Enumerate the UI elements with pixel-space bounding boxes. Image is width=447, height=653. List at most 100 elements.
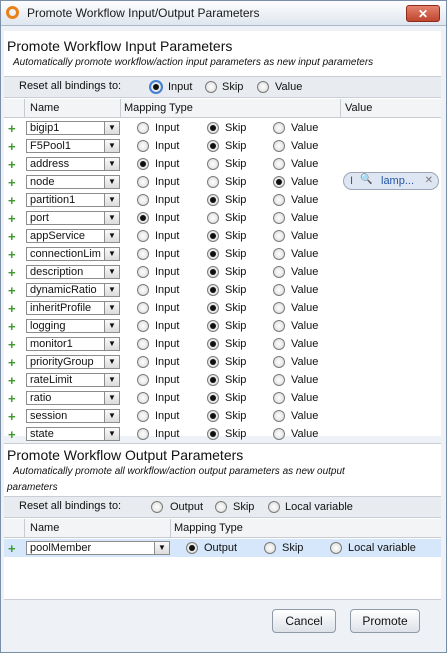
mapping-radio-input[interactable] (137, 176, 149, 188)
mapping-radio-skip[interactable] (207, 410, 219, 422)
chevron-down-icon[interactable]: ▼ (104, 428, 119, 440)
mapping-radio-input[interactable] (137, 122, 149, 134)
reset-value-radio[interactable] (257, 81, 269, 93)
chevron-down-icon[interactable]: ▼ (104, 320, 119, 332)
mapping-radio-value[interactable] (273, 320, 285, 332)
output-radio-local-variable[interactable] (330, 542, 342, 554)
mapping-radio-skip[interactable] (207, 230, 219, 242)
column-header-mapping[interactable]: Mapping Type (124, 102, 193, 114)
mapping-radio-input[interactable] (137, 266, 149, 278)
chevron-down-icon[interactable]: ▼ (104, 392, 119, 404)
mapping-radio-skip[interactable] (207, 320, 219, 332)
add-icon[interactable]: + (8, 211, 16, 226)
value-binding-tag[interactable]: I 🔍 lamp... ✕ (343, 172, 439, 190)
chevron-down-icon[interactable]: ▼ (104, 302, 119, 314)
mapping-radio-value[interactable] (273, 176, 285, 188)
reset-out-skip-radio[interactable] (215, 501, 227, 513)
param-name-select[interactable]: logging ▼ (26, 319, 120, 333)
chevron-down-icon[interactable]: ▼ (104, 338, 119, 350)
mapping-radio-skip[interactable] (207, 140, 219, 152)
add-icon[interactable]: + (8, 121, 16, 136)
chevron-down-icon[interactable]: ▼ (104, 158, 119, 170)
add-icon[interactable]: + (8, 175, 16, 190)
chevron-down-icon[interactable]: ▼ (104, 356, 119, 368)
mapping-radio-input[interactable] (137, 302, 149, 314)
chevron-down-icon[interactable]: ▼ (104, 194, 119, 206)
add-icon[interactable]: + (8, 301, 16, 316)
param-name-select[interactable]: ratio ▼ (26, 391, 120, 405)
add-icon[interactable]: + (8, 139, 16, 154)
add-icon[interactable]: + (8, 409, 16, 424)
mapping-radio-skip[interactable] (207, 302, 219, 314)
mapping-radio-input[interactable] (137, 392, 149, 404)
chevron-down-icon[interactable]: ▼ (104, 266, 119, 278)
mapping-radio-skip[interactable] (207, 122, 219, 134)
add-icon[interactable]: + (8, 157, 16, 172)
chevron-down-icon[interactable]: ▼ (104, 374, 119, 386)
add-icon[interactable]: + (8, 427, 16, 442)
output-name-select[interactable]: poolMember ▼ (26, 541, 170, 555)
mapping-radio-input[interactable] (137, 140, 149, 152)
add-icon[interactable]: + (8, 355, 16, 370)
param-name-select[interactable]: F5Pool1 ▼ (26, 139, 120, 153)
chevron-down-icon[interactable]: ▼ (104, 284, 119, 296)
mapping-radio-skip[interactable] (207, 392, 219, 404)
column-header-value[interactable]: Value (345, 102, 372, 114)
output-column-header-mapping[interactable]: Mapping Type (174, 522, 243, 534)
mapping-radio-input[interactable] (137, 248, 149, 260)
chevron-down-icon[interactable]: ▼ (104, 140, 119, 152)
param-name-select[interactable]: address ▼ (26, 157, 120, 171)
mapping-radio-input[interactable] (137, 374, 149, 386)
output-table-row[interactable]: + poolMember ▼ Output Skip Local variabl… (4, 539, 441, 557)
param-name-select[interactable]: session ▼ (26, 409, 120, 423)
mapping-radio-skip[interactable] (207, 248, 219, 260)
mapping-radio-input[interactable] (137, 194, 149, 206)
mapping-radio-skip[interactable] (207, 158, 219, 170)
param-name-select[interactable]: monitor1 ▼ (26, 337, 120, 351)
mapping-radio-input[interactable] (137, 284, 149, 296)
mapping-radio-value[interactable] (273, 266, 285, 278)
mapping-radio-value[interactable] (273, 356, 285, 368)
add-icon[interactable]: + (8, 391, 16, 406)
mapping-radio-skip[interactable] (207, 266, 219, 278)
chevron-down-icon[interactable]: ▼ (104, 212, 119, 224)
add-icon[interactable]: + (8, 283, 16, 298)
mapping-radio-input[interactable] (137, 320, 149, 332)
mapping-radio-value[interactable] (273, 230, 285, 242)
mapping-radio-value[interactable] (273, 374, 285, 386)
add-icon[interactable]: + (8, 373, 16, 388)
mapping-radio-value[interactable] (273, 140, 285, 152)
mapping-radio-value[interactable] (273, 212, 285, 224)
mapping-radio-value[interactable] (273, 410, 285, 422)
mapping-radio-input[interactable] (137, 158, 149, 170)
mapping-radio-value[interactable] (273, 122, 285, 134)
mapping-radio-value[interactable] (273, 248, 285, 260)
mapping-radio-input[interactable] (137, 338, 149, 350)
add-icon[interactable]: + (8, 247, 16, 262)
output-column-header-name[interactable]: Name (30, 522, 59, 534)
mapping-radio-value[interactable] (273, 428, 285, 440)
add-icon[interactable]: + (8, 319, 16, 334)
mapping-radio-input[interactable] (137, 230, 149, 242)
mapping-radio-value[interactable] (273, 392, 285, 404)
reset-skip-radio[interactable] (205, 81, 217, 93)
mapping-radio-skip[interactable] (207, 194, 219, 206)
param-name-select[interactable]: node ▼ (26, 175, 120, 189)
mapping-radio-skip[interactable] (207, 338, 219, 350)
param-name-select[interactable]: port ▼ (26, 211, 120, 225)
mapping-radio-value[interactable] (273, 158, 285, 170)
mapping-radio-input[interactable] (137, 212, 149, 224)
reset-input-radio[interactable] (149, 80, 163, 94)
reset-output-radio[interactable] (151, 501, 163, 513)
add-icon[interactable]: + (8, 193, 16, 208)
add-icon[interactable]: + (8, 541, 16, 556)
param-name-select[interactable]: priorityGroup ▼ (26, 355, 120, 369)
mapping-radio-value[interactable] (273, 284, 285, 296)
param-name-select[interactable]: inheritProfile ▼ (26, 301, 120, 315)
param-name-select[interactable]: partition1 ▼ (26, 193, 120, 207)
close-button[interactable]: ✕ (406, 5, 440, 22)
chevron-down-icon[interactable]: ▼ (154, 542, 169, 554)
output-radio-skip[interactable] (264, 542, 276, 554)
mapping-radio-skip[interactable] (207, 356, 219, 368)
chevron-down-icon[interactable]: ▼ (104, 248, 119, 260)
